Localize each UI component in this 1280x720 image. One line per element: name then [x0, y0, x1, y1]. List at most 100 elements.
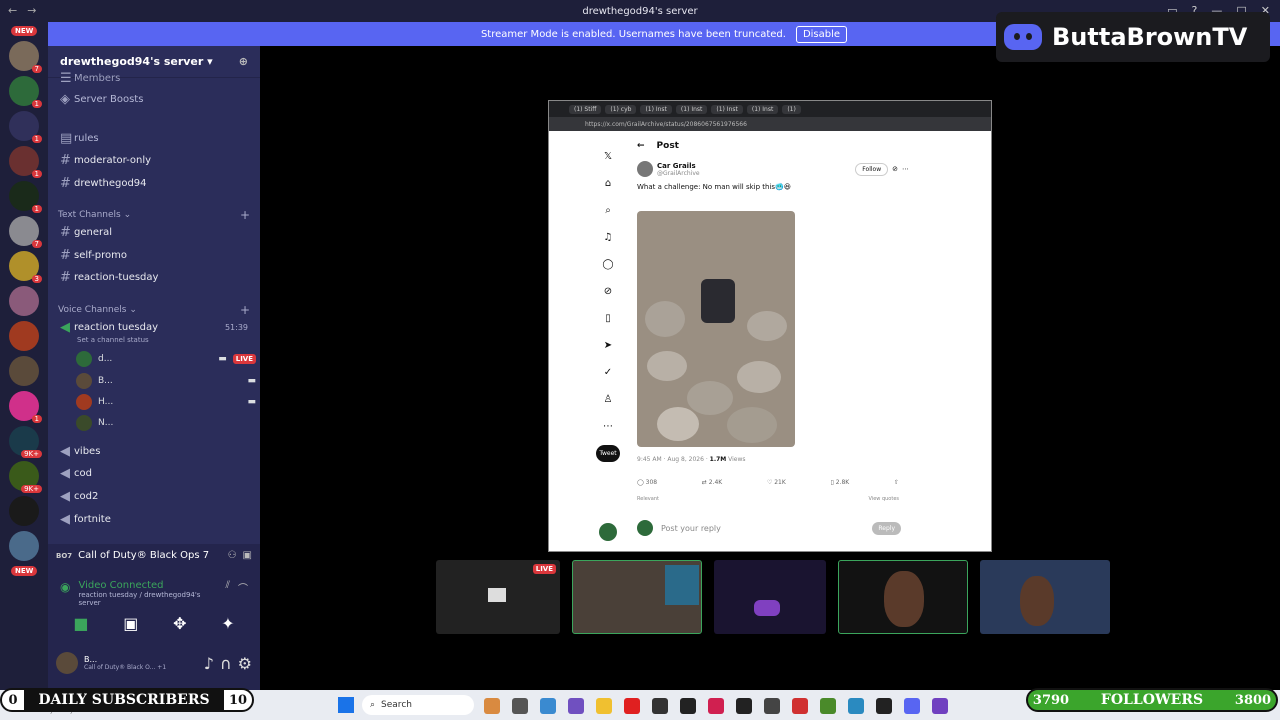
channel-general[interactable]: # general — [48, 222, 260, 242]
app-icon[interactable] — [540, 698, 556, 714]
app-icon[interactable] — [876, 698, 892, 714]
voice-user[interactable]: B... ▬ — [76, 372, 256, 390]
browser-tab[interactable]: (1) Stiff — [569, 104, 602, 114]
disconnect-icon[interactable]: ⌒ — [238, 580, 248, 607]
profile-icon[interactable]: ♙ — [597, 386, 619, 413]
disable-button[interactable]: Disable — [795, 25, 848, 43]
voice-user[interactable]: H... ▬ — [76, 393, 256, 411]
server-icon[interactable] — [9, 321, 39, 351]
server-icon[interactable] — [9, 356, 39, 386]
follow-button[interactable]: Follow — [855, 162, 889, 176]
channel-self-promo[interactable]: # self-promo — [48, 245, 260, 265]
noise-suppression-icon[interactable]: ⫽ — [226, 580, 230, 607]
author-name[interactable]: Car Grails — [657, 162, 700, 170]
video-tile[interactable] — [838, 560, 968, 634]
app-icon[interactable] — [792, 698, 808, 714]
start-icon[interactable] — [338, 697, 354, 713]
server-icon[interactable] — [9, 531, 39, 561]
x-logo-icon[interactable]: 𝕏 — [597, 143, 619, 170]
channel-rules[interactable]: ▤ rules — [48, 128, 260, 148]
voice-channel-cod2[interactable]: ◀ cod2 — [48, 486, 260, 506]
browser-tab[interactable]: (1) — [782, 104, 801, 114]
youtube-icon[interactable] — [624, 698, 640, 714]
voice-user[interactable]: d... ▬ LIVE — [76, 350, 256, 368]
search-icon[interactable]: ⌕ — [597, 197, 619, 224]
reply-icon[interactable]: ◯ 308 — [637, 479, 657, 486]
server-icon[interactable]: 1 — [9, 76, 42, 108]
reply-button[interactable]: Reply — [872, 521, 901, 535]
server-icon[interactable]: 7 — [9, 216, 42, 248]
app-icon[interactable] — [680, 698, 696, 714]
folder-icon[interactable] — [596, 698, 612, 714]
relevant-dropdown[interactable]: Relevant — [637, 496, 659, 502]
browser-tab[interactable]: (1) Inst — [675, 104, 708, 114]
voice-user[interactable]: N... — [76, 414, 256, 432]
notifications-icon[interactable]: ♫ — [597, 224, 619, 251]
server-icon[interactable]: 1 — [9, 391, 42, 423]
voice-channels-category[interactable]: Voice Channels ⌄ + — [58, 303, 250, 317]
author-handle[interactable]: @GrailArchive — [657, 170, 700, 177]
app-icon[interactable] — [736, 698, 752, 714]
members-link[interactable]: ☰ Members — [48, 68, 260, 88]
like-icon[interactable]: ♡ 21K — [767, 479, 786, 486]
app-icon[interactable] — [708, 698, 724, 714]
post-video[interactable] — [637, 211, 795, 447]
channel-drewthegod94[interactable]: # drewthegod94 — [48, 173, 260, 193]
server-icon[interactable]: 1 — [9, 181, 42, 213]
server-icon[interactable]: 3 — [9, 251, 42, 283]
app-icon[interactable] — [484, 698, 500, 714]
invite-icon[interactable]: ⊕ — [239, 55, 248, 68]
video-tile[interactable] — [572, 560, 702, 634]
verified-icon[interactable]: ✓ — [597, 359, 619, 386]
add-channel-icon[interactable]: + — [240, 303, 250, 317]
address-bar[interactable]: https://x.com/GrailArchive/status/208606… — [549, 117, 991, 131]
app-icon[interactable] — [568, 698, 584, 714]
home-icon[interactable]: ⌂ — [597, 170, 619, 197]
server-icon[interactable] — [9, 496, 39, 526]
voice-channel-vibes[interactable]: ◀ vibes — [48, 441, 260, 461]
server-icon[interactable]: 9K+ — [9, 461, 42, 493]
invite-icon[interactable]: ⚇ — [228, 550, 237, 561]
soundboard-button[interactable]: ✦ — [221, 614, 234, 633]
server-boosts-link[interactable]: ◈ Server Boosts — [48, 89, 260, 109]
avatar[interactable] — [56, 652, 78, 674]
app-icon[interactable] — [932, 698, 948, 714]
bookmark-icon[interactable]: ▯ 2.8K — [831, 479, 850, 486]
server-icon[interactable]: 1 — [9, 111, 42, 143]
voice-channel-active[interactable]: ◀ reaction tuesday 51:39 — [48, 317, 260, 337]
more-icon[interactable]: ⋯ — [597, 413, 619, 440]
add-channel-icon[interactable]: + — [240, 208, 250, 222]
browser-icon[interactable] — [848, 698, 864, 714]
video-tile[interactable] — [714, 560, 826, 634]
browser-tab[interactable]: (1) cyb — [605, 104, 637, 114]
browser-tab[interactable]: (1) Inst — [711, 104, 743, 114]
server-icon[interactable]: 7 — [9, 41, 42, 73]
avatar[interactable] — [637, 161, 653, 177]
screen-share-button[interactable]: ▣ — [123, 614, 138, 633]
video-tile[interactable]: LIVE — [436, 560, 560, 634]
tweet-button[interactable]: Tweet — [596, 444, 620, 462]
forward-icon[interactable]: → — [27, 4, 36, 17]
bookmarks-icon[interactable]: ▯ — [597, 305, 619, 332]
server-icon[interactable] — [9, 286, 39, 316]
voice-channel-cod[interactable]: ◀ cod — [48, 463, 260, 483]
nvidia-icon[interactable] — [820, 698, 836, 714]
premium-icon[interactable]: ➤ — [597, 332, 619, 359]
grok-icon[interactable]: ⊘ — [597, 278, 619, 305]
app-icon[interactable] — [652, 698, 668, 714]
view-quotes-link[interactable]: View quotes — [869, 496, 900, 502]
taskbar-search[interactable]: ⌕ Search — [362, 695, 474, 715]
messages-icon[interactable]: ◯ — [597, 251, 619, 278]
channel-reaction-tuesday[interactable]: # reaction-tuesday — [48, 267, 260, 287]
share-icon[interactable]: ⇧ — [894, 479, 899, 486]
gamepad-icon[interactable]: ▣ — [243, 550, 252, 561]
browser-tab[interactable]: (1) Inst — [640, 104, 672, 114]
more-options-icon[interactable]: ⋯ — [902, 165, 909, 173]
channel-moderator-only[interactable]: # moderator-only — [48, 150, 260, 170]
server-icon[interactable]: 1 — [9, 146, 42, 178]
grok-icon[interactable]: ⊘ — [892, 165, 898, 173]
microphone-icon[interactable]: ♪ — [204, 654, 214, 673]
headphones-icon[interactable]: ∩ — [220, 654, 232, 673]
discord-icon[interactable] — [904, 698, 920, 714]
reply-input[interactable]: Post your reply — [661, 524, 721, 533]
